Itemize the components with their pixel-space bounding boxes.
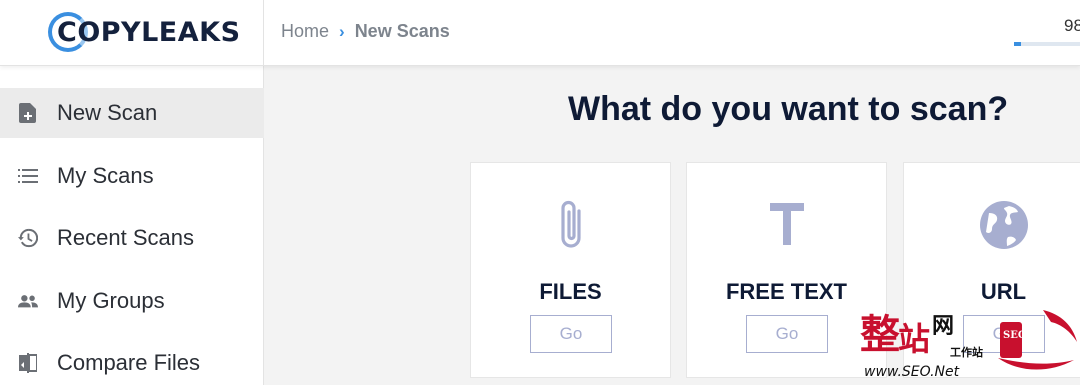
history-icon xyxy=(18,228,38,248)
free-text-go-button[interactable]: Go xyxy=(746,315,828,353)
breadcrumb-home[interactable]: Home xyxy=(281,21,329,42)
sidebar-item-label: Compare Files xyxy=(57,350,201,375)
new-scan-icon xyxy=(18,103,38,123)
text-icon xyxy=(687,197,886,255)
sidebar-item-label: Recent Scans xyxy=(57,225,194,250)
sidebar-item-label: My Groups xyxy=(57,288,165,313)
sidebar-item-my-groups[interactable]: My Groups xyxy=(0,276,264,326)
watermark-char: 站 xyxy=(898,320,931,358)
compare-icon xyxy=(18,353,38,373)
list-icon xyxy=(18,166,38,186)
credits-progress-bar xyxy=(1014,42,1080,46)
page-title: What do you want to scan? xyxy=(568,90,1009,128)
credits-progress-fill xyxy=(1014,42,1021,46)
groups-icon xyxy=(18,291,38,311)
sidebar: New Scan My Scans Recent Scans My Groups… xyxy=(0,66,264,385)
breadcrumb-current: New Scans xyxy=(354,21,450,41)
card-title: FILES xyxy=(539,279,602,304)
watermark-char: 网 xyxy=(932,313,955,339)
files-go-button[interactable]: Go xyxy=(530,315,612,353)
sidebar-item-label: New Scan xyxy=(57,100,158,125)
top-header: COPYLEAKS Home › New Scans 98 xyxy=(0,0,1080,66)
card-title: FREE TEXT xyxy=(725,279,847,304)
logo-text: COPYLEAKS xyxy=(57,16,241,48)
watermark-stamp: SEO xyxy=(1003,330,1027,341)
copyleaks-logo[interactable]: COPYLEAKS xyxy=(48,12,240,52)
scan-card-files[interactable]: FILES Go xyxy=(470,162,671,378)
logo-area: COPYLEAKS xyxy=(0,0,264,66)
chevron-right-icon: › xyxy=(339,21,345,41)
credits-count[interactable]: 98 xyxy=(1064,16,1080,36)
watermark-sub: 工作站 xyxy=(950,346,983,359)
paperclip-icon xyxy=(471,197,670,255)
watermark-char: 整 xyxy=(860,311,900,358)
breadcrumb: Home › New Scans xyxy=(281,21,450,42)
watermark-url: www.SEO.Net xyxy=(864,364,960,380)
globe-icon xyxy=(904,197,1080,255)
watermark: 整 站 网 工作站 SEO www.SEO.Net xyxy=(858,300,1080,385)
sidebar-item-label: My Scans xyxy=(57,163,154,188)
scan-card-free-text[interactable]: FREE TEXT Go xyxy=(686,162,887,378)
sidebar-item-recent-scans[interactable]: Recent Scans xyxy=(0,213,264,263)
sidebar-item-new-scan[interactable]: New Scan xyxy=(0,88,264,138)
sidebar-item-compare-files[interactable]: Compare Files xyxy=(0,338,264,385)
sidebar-item-my-scans[interactable]: My Scans xyxy=(0,151,264,201)
